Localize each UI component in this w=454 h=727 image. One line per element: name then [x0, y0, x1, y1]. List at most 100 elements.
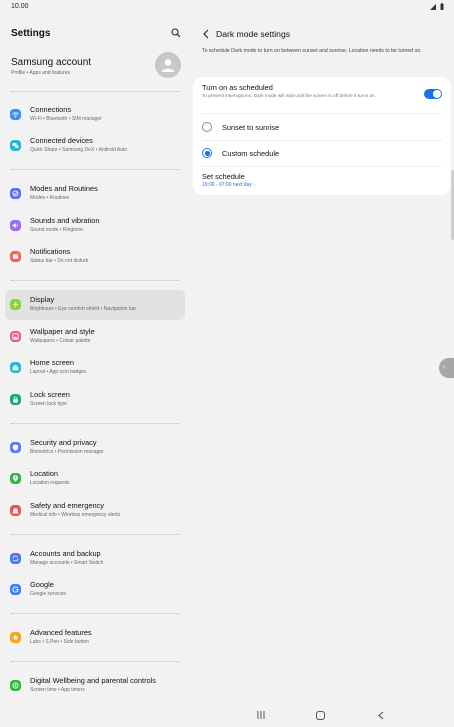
sidebar-item-label: Modes and Routines: [30, 184, 98, 193]
sidebar-item-sub: Biometrics • Permission manager: [30, 449, 104, 455]
wifi-icon: [10, 109, 21, 120]
sidebar-item-label: Display: [30, 295, 55, 304]
google-icon: [10, 584, 21, 595]
sidebar-item-digital-wellbeing[interactable]: Digital Wellbeing and parental controls …: [5, 671, 185, 701]
sidebar-item-sub: Labs • S Pen • Side button: [30, 639, 89, 645]
avatar: [155, 52, 181, 78]
sidebar-item-label: Connected devices: [30, 136, 93, 145]
sidebar-item-sub: Quick Share • Samsung DeX • Android Auto: [30, 147, 128, 153]
settings-title: Settings: [11, 28, 51, 39]
edge-panel-handle[interactable]: ‹: [439, 358, 454, 378]
sidebar-item-security-and-privacy[interactable]: Security and privacy Biometrics • Permis…: [5, 433, 185, 463]
alert-icon: [10, 505, 21, 516]
divider: [11, 91, 179, 92]
navigation-bar: [0, 704, 454, 727]
option-custom-schedule[interactable]: Custom schedule: [193, 141, 451, 167]
sidebar-item-sub: Layout • App icon badges: [30, 369, 87, 375]
routine-icon: [10, 188, 21, 199]
option-sunset-to-sunrise[interactable]: Sunset to sunrise: [193, 114, 451, 140]
shield-icon: [10, 442, 21, 453]
account-name: Samsung account: [11, 57, 92, 68]
sidebar-item-accounts-and-backup[interactable]: Accounts and backup Manage accounts • Sm…: [5, 544, 185, 574]
signal-icon: [430, 4, 437, 10]
sidebar-item-connected-devices[interactable]: Connected devices Quick Share • Samsung …: [5, 131, 185, 161]
person-icon: [161, 59, 175, 72]
sidebar-item-home-screen[interactable]: Home screen Layout • App icon badges: [5, 353, 185, 383]
set-schedule-row[interactable]: Set schedule 19:00 - 07:00 next day: [193, 167, 451, 195]
wallpaper-icon: [10, 331, 21, 342]
lock-icon: [10, 394, 21, 405]
sun-icon: [10, 299, 21, 310]
wellbeing-icon: [10, 680, 21, 691]
location-icon: [10, 473, 21, 484]
status-bar: 10.00: [0, 0, 454, 14]
devices-icon: [10, 140, 21, 151]
sound-icon: [10, 220, 21, 231]
sidebar-item-sub: Wi-Fi • Bluetooth • SIM manager: [30, 116, 102, 122]
sidebar-item-location[interactable]: Location Location requests: [5, 464, 185, 494]
samsung-account-item[interactable]: Samsung account Profile • Apps and featu…: [0, 50, 190, 84]
sidebar-item-sub: Modes • Routines: [30, 195, 70, 201]
sidebar-item-notifications[interactable]: Notifications Status bar • Do not distur…: [5, 242, 185, 272]
sidebar-item-sub: Brightness • Eye comfort shield • Naviga…: [30, 306, 137, 312]
sidebar-item-label: Security and privacy: [30, 438, 97, 447]
dark-mode-schedule-card: Turn on as scheduled To prevent interrup…: [193, 77, 451, 195]
sidebar-item-label: Google: [30, 580, 54, 589]
scheduled-title: Turn on as scheduled: [202, 83, 273, 92]
sidebar-item-modes-and-routines[interactable]: Modes and Routines Modes • Routines: [5, 179, 185, 209]
sidebar-item-sub: Medical info • Wireless emergency alerts: [30, 512, 121, 518]
battery-icon: [440, 3, 444, 10]
sync-icon: [10, 553, 21, 564]
sidebar-item-connections[interactable]: Connections Wi-Fi • Bluetooth • SIM mana…: [5, 100, 185, 130]
option-label: Custom schedule: [222, 149, 280, 158]
sidebar-item-wallpaper-and-style[interactable]: Wallpaper and style Wallpapers • Colour …: [5, 322, 185, 352]
divider: [11, 423, 179, 424]
sidebar-item-label: Advanced features: [30, 628, 92, 637]
divider: [11, 613, 179, 614]
divider: [11, 280, 179, 281]
sidebar-item-label: Sounds and vibration: [30, 216, 100, 225]
toggle-knob: [433, 90, 441, 98]
sidebar-item-sub: Screen time • App timers: [30, 687, 85, 693]
location-notice: To schedule Dark mode to turn on between…: [202, 48, 422, 54]
turn-on-as-scheduled-row[interactable]: Turn on as scheduled To prevent interrup…: [193, 77, 451, 113]
page-title: Dark mode settings: [216, 29, 291, 39]
radio-custom-schedule[interactable]: [202, 148, 212, 158]
home-button-icon[interactable]: [316, 711, 325, 720]
sidebar-item-display[interactable]: Display Brightness • Eye comfort shield …: [5, 290, 185, 320]
option-label: Sunset to sunrise: [222, 123, 280, 132]
sidebar-item-google[interactable]: Google Google services: [5, 575, 185, 605]
search-icon[interactable]: [171, 28, 181, 38]
divider: [11, 169, 179, 170]
divider: [11, 661, 179, 662]
sidebar-item-label: Wallpaper and style: [30, 327, 95, 336]
radio-sunset-to-sunrise[interactable]: [202, 122, 212, 132]
status-icons: [430, 3, 444, 12]
sidebar-item-sub: Location requests: [30, 480, 70, 486]
account-sub: Profile • Apps and features: [11, 70, 71, 76]
sidebar-item-lock-screen[interactable]: Lock screen Screen lock type: [5, 385, 185, 415]
sidebar-item-sub: Sound mode • Ringtone: [30, 227, 83, 233]
scheduled-toggle[interactable]: [424, 89, 442, 99]
schedule-value: 19:00 - 07:00 next day: [202, 182, 252, 188]
sidebar-item-label: Connections: [30, 105, 72, 114]
sidebar-item-sub: Screen lock type: [30, 401, 67, 407]
back-arrow-icon[interactable]: [202, 29, 210, 39]
home-icon: [10, 362, 21, 373]
bell-icon: [10, 251, 21, 262]
sidebar-item-label: Lock screen: [30, 390, 70, 399]
sidebar-item-sub: Manage accounts • Smart Switch: [30, 560, 104, 566]
sidebar-item-label: Location: [30, 469, 58, 478]
sidebar-item-advanced-features[interactable]: Advanced features Labs • S Pen • Side bu…: [5, 623, 185, 653]
back-button-icon[interactable]: [377, 711, 385, 720]
scheduled-desc: To prevent interruptions, Dark mode will…: [202, 93, 376, 98]
sidebar-item-sub: Wallpapers • Colour palette: [30, 338, 91, 344]
recent-apps-icon[interactable]: [256, 711, 266, 719]
sidebar-item-sub: Status bar • Do not disturb: [30, 258, 89, 264]
sidebar-item-label: Home screen: [30, 358, 74, 367]
sidebar-item-sub: Google services: [30, 591, 66, 597]
sidebar-item-safety-and-emergency[interactable]: Safety and emergency Medical info • Wire…: [5, 496, 185, 526]
sidebar-item-label: Safety and emergency: [30, 501, 104, 510]
sidebar-item-sounds-and-vibration[interactable]: Sounds and vibration Sound mode • Ringto…: [5, 211, 185, 241]
chevron-left-icon: ‹: [443, 364, 446, 371]
